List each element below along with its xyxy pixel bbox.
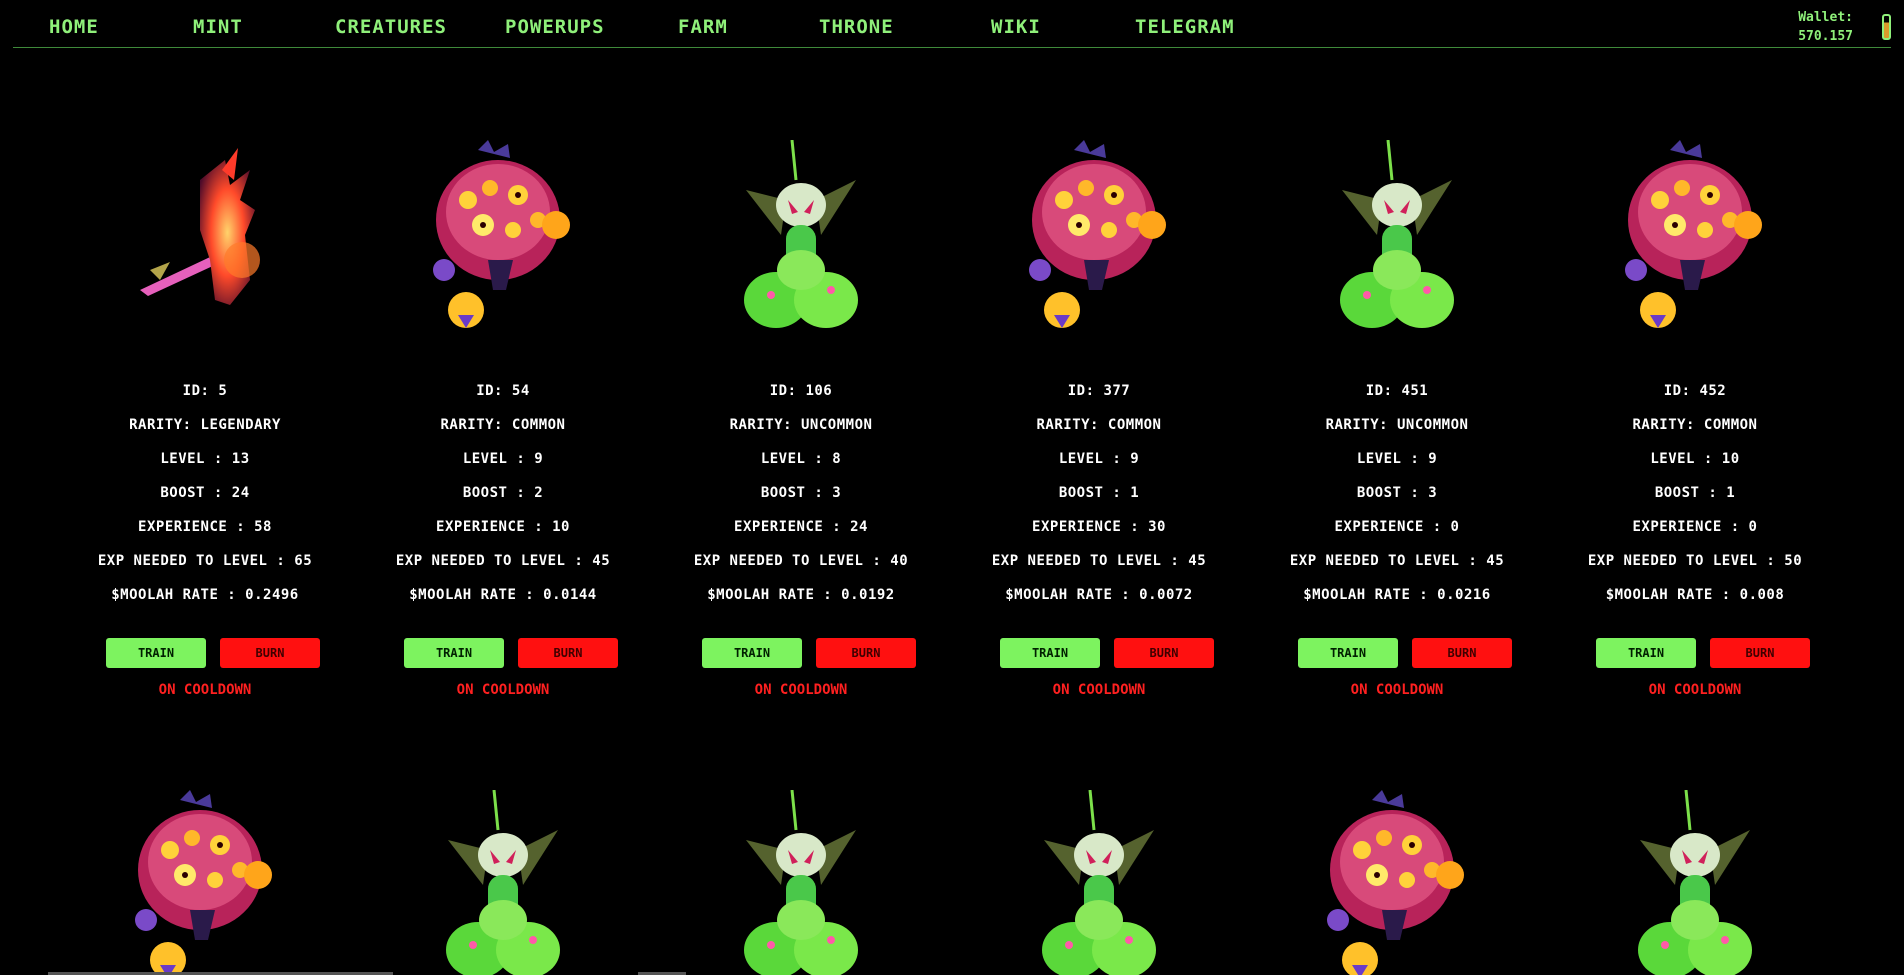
card-exp-needed: Exp Needed To Level : 45 [395,553,611,569]
wallet-battery-icon[interactable] [1882,14,1891,40]
cooldown-status: On Cooldown [158,682,252,698]
card-experience: Experience : 58 [138,519,272,535]
burn-button[interactable]: Burn [1710,638,1810,668]
nav-powerups[interactable]: Powerups [505,14,605,40]
nav-creatures[interactable]: Creatures [335,14,447,40]
card-experience: Experience : 24 [734,519,868,535]
card-experience: Experience : 0 [1632,519,1758,535]
card-rarity: Rarity: Common [1632,417,1758,433]
eye-blob-creature-image [428,140,578,330]
card-exp-needed: Exp Needed To Level : 45 [1289,553,1505,569]
card-level: Level : 9 [1356,451,1438,467]
nav-farm[interactable]: Farm [678,14,728,40]
burn-button[interactable]: Burn [220,638,320,668]
card-rarity: Rarity: Common [440,417,566,433]
card-rarity: Rarity: Uncommon [729,417,873,433]
train-button[interactable]: Train [1298,638,1398,668]
green-bug-creature-image [726,790,876,975]
nav-telegram[interactable]: Telegram [1135,14,1235,40]
card-id: ID: 5 [182,383,228,399]
eye-blob-creature-image [130,790,280,975]
cooldown-status: On Cooldown [1350,682,1444,698]
train-button[interactable]: Train [1596,638,1696,668]
train-button[interactable]: Train [702,638,802,668]
cooldown-status: On Cooldown [1052,682,1146,698]
card-level: Level : 9 [1058,451,1140,467]
card-boost: Boost : 3 [760,485,842,501]
train-button[interactable]: Train [106,638,206,668]
nav-wiki[interactable]: Wiki [991,14,1041,40]
card-exp-needed: Exp Needed To Level : 40 [693,553,909,569]
card-rarity: Rarity: Legendary [129,417,281,433]
eye-blob-creature-image [1620,140,1770,330]
card-id: ID: 377 [1067,383,1131,399]
green-bug-creature-image [726,139,876,330]
card-moolah-rate: $Moolah Rate : 0.0144 [409,587,597,603]
card-level: Level : 8 [760,451,842,467]
cooldown-status: On Cooldown [1648,682,1742,698]
card-moolah-rate: $Moolah Rate : 0.0216 [1303,587,1491,603]
burn-button[interactable]: Burn [816,638,916,668]
card-exp-needed: Exp Needed To Level : 50 [1587,553,1803,569]
card-boost: Boost : 1 [1654,485,1736,501]
wallet-display: Wallet: 570.157 [1798,8,1853,46]
green-bug-creature-image [1024,790,1174,975]
wallet-value: 570.157 [1798,29,1853,44]
wallet-label: Wallet: [1798,10,1853,25]
top-nav: Home Mint Creatures Powerups Farm Throne… [13,0,1891,48]
eye-blob-creature-image [1024,140,1174,330]
card-experience: Experience : 0 [1334,519,1460,535]
nav-home[interactable]: Home [49,14,99,40]
flame-knight-creature-image [130,140,280,330]
card-rarity: Rarity: Uncommon [1325,417,1469,433]
green-bug-creature-image [428,790,578,975]
card-level: Level : 13 [160,451,250,467]
green-bug-creature-image [1620,790,1770,975]
card-moolah-rate: $Moolah Rate : 0.0072 [1005,587,1193,603]
card-id: ID: 106 [769,383,833,399]
card-boost: Boost : 3 [1356,485,1438,501]
eye-blob-creature-image [1322,790,1472,975]
cooldown-status: On Cooldown [754,682,848,698]
burn-button[interactable]: Burn [518,638,618,668]
burn-button[interactable]: Burn [1412,638,1512,668]
card-experience: Experience : 10 [436,519,570,535]
card-boost: Boost : 2 [462,485,544,501]
nav-mint[interactable]: Mint [193,14,243,40]
train-button[interactable]: Train [404,638,504,668]
card-moolah-rate: $Moolah Rate : 0.2496 [111,587,299,603]
green-bug-creature-image [1322,139,1472,330]
nav-throne[interactable]: Throne [819,14,894,40]
card-level: Level : 10 [1650,451,1740,467]
card-level: Level : 9 [462,451,544,467]
card-exp-needed: Exp Needed To Level : 45 [991,553,1207,569]
card-experience: Experience : 30 [1032,519,1166,535]
card-id: ID: 452 [1663,383,1727,399]
card-exp-needed: Exp Needed To Level : 65 [97,553,313,569]
card-moolah-rate: $Moolah Rate : 0.008 [1605,587,1785,603]
card-id: ID: 54 [476,383,530,399]
train-button[interactable]: Train [1000,638,1100,668]
burn-button[interactable]: Burn [1114,638,1214,668]
cooldown-status: On Cooldown [456,682,550,698]
card-moolah-rate: $Moolah Rate : 0.0192 [707,587,895,603]
card-boost: Boost : 24 [160,485,250,501]
card-boost: Boost : 1 [1058,485,1140,501]
card-id: ID: 451 [1365,383,1429,399]
card-rarity: Rarity: Common [1036,417,1162,433]
